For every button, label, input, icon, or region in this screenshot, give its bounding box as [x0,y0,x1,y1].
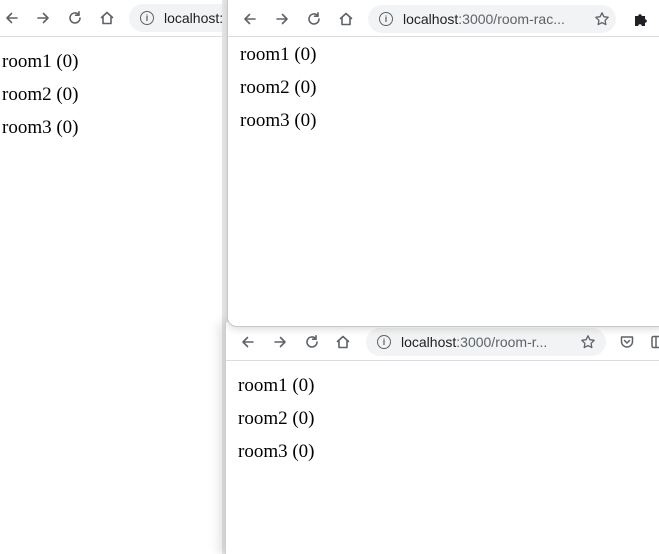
bookmark-star-button[interactable] [592,9,612,29]
browser-toolbar: i localhost :3000/room-rac... [228,0,659,37]
browser-window-left: i localhost: room1 (0) room2 (0) room3 (… [0,0,222,554]
page-content: room1 (0) room2 (0) room3 (0) [238,369,659,468]
address-bar[interactable]: i localhost :3000/room-rac... [368,5,616,33]
arrow-left-icon [242,336,254,348]
browser-window-top: i localhost :3000/room-rac... room1 (0) … [227,0,659,327]
reload-button[interactable] [302,332,322,352]
room-item: room1 (0) [238,375,315,396]
reload-icon [69,11,81,24]
room-item: room2 (0) [240,77,317,98]
reload-button[interactable] [304,9,324,29]
home-button[interactable] [97,8,117,28]
url-host: localhost [401,334,457,350]
arrow-right-icon [37,12,49,24]
sidebar-button[interactable] [648,332,659,352]
reload-icon [306,335,318,348]
back-button[interactable] [240,9,260,29]
back-button[interactable] [2,8,22,28]
pocket-button[interactable] [617,332,637,352]
room-item: room2 (0) [2,84,79,105]
browser-toolbar: i localhost :3000/room-r... [226,322,659,361]
star-icon [581,335,595,349]
home-button[interactable] [333,332,353,352]
info-icon[interactable]: i [379,12,393,26]
info-icon[interactable]: i [140,11,154,25]
room-item: room3 (0) [240,110,317,131]
reload-icon [308,12,320,25]
browser-toolbar: i localhost: [0,0,222,37]
url-path: :3000/room-r... [456,334,548,350]
home-button[interactable] [336,9,356,29]
info-icon[interactable]: i [377,335,391,349]
page-content: room1 (0) room2 (0) room3 (0) [240,38,659,137]
address-bar[interactable]: i localhost: [129,4,222,32]
arrow-left-icon [6,12,18,24]
forward-button[interactable] [272,9,292,29]
page-content: room1 (0) room2 (0) room3 (0) [2,45,222,144]
home-icon [100,11,114,25]
forward-button[interactable] [270,332,290,352]
url-path: :3000/room-rac... [458,11,565,27]
puzzle-icon [635,14,647,26]
star-icon [595,12,609,26]
room-item: room2 (0) [238,408,315,429]
back-button[interactable] [238,332,258,352]
arrow-left-icon [244,13,256,25]
extensions-button[interactable] [631,9,651,29]
url-host: localhost [403,11,459,27]
room-item: room3 (0) [238,441,315,462]
arrow-right-icon [274,336,286,348]
url-host: localhost: [164,10,222,26]
room-item: room1 (0) [240,44,317,65]
arrow-right-icon [276,13,288,25]
reload-button[interactable] [65,8,85,28]
browser-window-bottom: i localhost :3000/room-r... room1 (0) ro… [225,322,659,554]
pocket-icon [620,336,634,348]
room-item: room1 (0) [2,51,79,72]
room-item: room3 (0) [2,117,79,138]
forward-button[interactable] [33,8,53,28]
sidebar-icon [651,335,659,349]
home-icon [339,12,353,26]
home-icon [336,335,350,349]
bookmark-star-button[interactable] [578,332,598,352]
address-bar[interactable]: i localhost :3000/room-r... [366,328,606,356]
